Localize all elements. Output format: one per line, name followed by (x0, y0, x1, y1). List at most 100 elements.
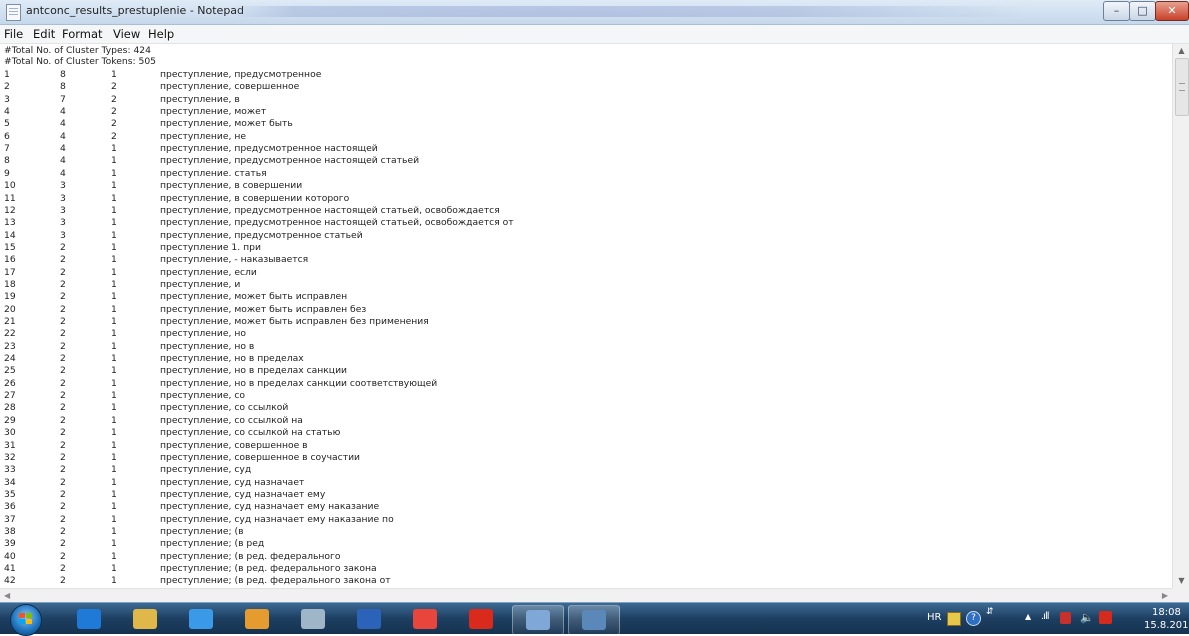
row-range: 1 (111, 254, 117, 266)
keyboard-icon[interactable] (947, 612, 961, 626)
row-cluster: преступление, со ссылкой (160, 402, 289, 414)
text-editor[interactable]: #Total No. of Cluster Types: 424 #Total … (0, 44, 1172, 588)
table-row: 20 2 1 преступление, может быть исправлен б… (0, 303, 1170, 315)
table-row: 15 2 1 преступление 1. при (0, 241, 1170, 253)
row-index: 35 (4, 488, 16, 500)
ime-icon[interactable]: ⇵ (986, 607, 994, 617)
volume-icon[interactable]: 🔈 (1080, 611, 1094, 624)
help-icon[interactable]: ? (966, 611, 981, 626)
taskbar-word-button[interactable] (344, 605, 394, 633)
horizontal-scrollbar[interactable]: ◀ ▶ (0, 588, 1172, 603)
taskbar-explorer-button[interactable] (120, 605, 170, 633)
minimize-button[interactable]: – (1103, 1, 1130, 21)
row-range: 1 (111, 217, 117, 229)
row-index: 39 (4, 538, 16, 550)
table-row: 35 2 1 преступление, суд назначает ему (0, 488, 1170, 500)
row-cluster: преступление, может быть исправлен без (160, 303, 367, 315)
row-range: 1 (111, 192, 117, 204)
row-frequency: 2 (60, 266, 66, 278)
taskbar-media-player-button[interactable] (64, 605, 114, 633)
row-frequency: 2 (60, 291, 66, 303)
language-indicator[interactable]: HR (927, 612, 941, 623)
close-button[interactable]: ✕ (1155, 1, 1189, 21)
row-index: 2 (4, 81, 10, 93)
vertical-scrollbar[interactable]: ▲ ▼ (1172, 44, 1189, 588)
taskbar-calculator-button[interactable] (288, 605, 338, 633)
scroll-up-arrow-icon[interactable]: ▲ (1173, 44, 1189, 58)
menu-view[interactable]: View (113, 27, 140, 41)
table-row: 32 2 1 преступление, совершенное в соучасти… (0, 451, 1170, 463)
row-frequency: 3 (60, 217, 66, 229)
row-frequency: 2 (60, 575, 66, 587)
network-signal-icon[interactable]: .ıll (1041, 611, 1049, 622)
row-cluster: преступление, может быть (160, 118, 293, 130)
start-button[interactable] (10, 604, 42, 636)
row-cluster: преступление; (в ред. федерального закон… (160, 563, 377, 574)
row-index: 10 (4, 180, 16, 192)
row-frequency: 4 (60, 155, 66, 167)
outlook-icon (245, 609, 269, 629)
row-range: 1 (111, 501, 117, 513)
explorer-icon (133, 609, 157, 629)
row-frequency: 3 (60, 180, 66, 192)
taskbar-chrome-button[interactable] (400, 605, 450, 633)
row-cluster: преступление, со ссылкой на (160, 414, 303, 426)
row-index: 24 (4, 353, 16, 365)
menu-help[interactable]: Help (148, 27, 174, 41)
maximize-button[interactable]: □ (1129, 1, 1156, 21)
table-row: 27 2 1 преступление, со (0, 390, 1170, 401)
row-index: 42 (4, 575, 16, 587)
table-row: 19 2 1 преступление, может быть исправлен (0, 291, 1170, 303)
row-range: 1 (111, 575, 117, 587)
row-index: 1 (4, 69, 10, 80)
row-index: 38 (4, 525, 16, 537)
table-row: 37 2 1 преступление, суд назначает ему нака… (0, 514, 1170, 525)
row-index: 29 (4, 414, 16, 426)
table-row: 16 2 1 преступление, - наказывается (0, 254, 1170, 266)
notification-flag-icon[interactable] (1060, 612, 1071, 624)
row-frequency: 2 (60, 451, 66, 463)
scroll-right-arrow-icon[interactable]: ▶ (1162, 589, 1168, 603)
menu-edit[interactable]: Edit (33, 27, 55, 41)
table-row: 5 4 2 преступление, может быть (0, 118, 1170, 130)
taskbar-acrobat-button[interactable] (456, 605, 506, 633)
row-frequency: 3 (60, 204, 66, 216)
clock-time[interactable]: 18:08 (1152, 607, 1181, 618)
scroll-down-arrow-icon[interactable]: ▼ (1173, 574, 1189, 588)
table-row: 26 2 1 преступление, но в пределах санкции … (0, 377, 1170, 389)
table-row: 31 2 1 преступление, совершенное в (0, 440, 1170, 451)
row-cluster: преступление, совершенное (160, 81, 300, 93)
row-range: 1 (111, 365, 117, 377)
taskbar-internet-explorer-button[interactable] (176, 605, 226, 633)
clock-date[interactable]: 15.8.2017. (1144, 620, 1189, 631)
row-cluster: преступление, в совершении (160, 180, 303, 192)
table-row: 17 2 1 преступление, если (0, 266, 1170, 278)
menu-format[interactable]: Format (62, 27, 103, 41)
taskbar-notepad-button[interactable] (512, 605, 564, 635)
taskbar-network-app-button[interactable] (568, 605, 620, 635)
calculator-icon (301, 609, 325, 629)
row-index: 3 (4, 93, 10, 105)
row-frequency: 2 (60, 464, 66, 476)
scroll-left-arrow-icon[interactable]: ◀ (4, 589, 10, 603)
table-row: 9 4 1 преступление. статья (0, 168, 1170, 179)
row-range: 1 (111, 377, 117, 389)
row-cluster: преступление, суд назначает (160, 476, 305, 488)
menu-file[interactable]: File (4, 27, 23, 41)
row-cluster: преступление, но в пределах (160, 353, 304, 365)
title-bar[interactable]: antconc_results_prestuplenie - Notepad –… (0, 0, 1189, 25)
row-range: 1 (111, 241, 117, 253)
row-frequency: 2 (60, 365, 66, 377)
notepad-app-icon[interactable] (6, 4, 21, 21)
row-frequency: 7 (60, 93, 66, 105)
row-cluster: преступление, если (160, 266, 257, 278)
show-hidden-icons-icon[interactable]: ▲ (1025, 612, 1031, 621)
row-frequency: 2 (60, 377, 66, 389)
row-index: 34 (4, 476, 16, 488)
row-index: 8 (4, 155, 10, 167)
taskbar-outlook-button[interactable] (232, 605, 282, 633)
acrobat-tray-icon[interactable] (1099, 611, 1112, 624)
vertical-scroll-thumb[interactable] (1175, 58, 1189, 116)
row-range: 1 (111, 353, 117, 365)
row-frequency: 8 (60, 81, 66, 93)
